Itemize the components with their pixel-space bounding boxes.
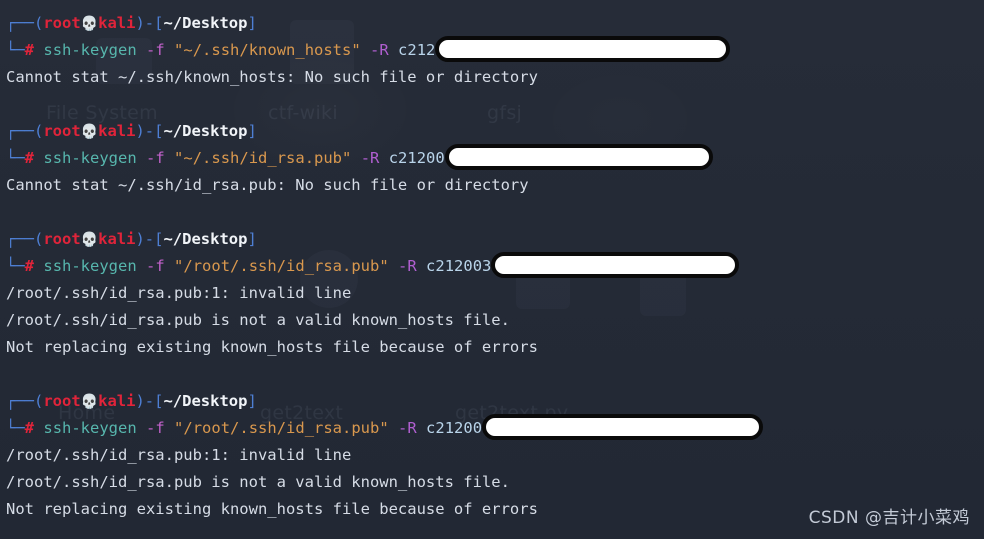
- prompt-line-top: ┌──(root💀kali)-[~/Desktop]: [6, 226, 984, 253]
- prompt-path: ~/Desktop: [163, 122, 248, 140]
- command-path-argument: "~/.ssh/known_hosts": [174, 41, 361, 59]
- prompt-line-top: ┌──(root💀kali)-[~/Desktop]: [6, 10, 984, 37]
- prompt-box-bottom: └─: [6, 149, 25, 167]
- command-flag-r: -R: [398, 257, 417, 275]
- prompt-user: root: [43, 392, 81, 410]
- command-flag-f: -f: [146, 257, 165, 275]
- command-line[interactable]: └─# ssh-keygen -f "~/.ssh/id_rsa.pub" -R…: [6, 143, 984, 172]
- command-host-argument: c21200: [426, 419, 483, 437]
- prompt-dash: -: [144, 392, 155, 410]
- command-flag-r: -R: [360, 149, 380, 167]
- prompt-close-bracket: ]: [247, 14, 257, 32]
- command-name: ssh-keygen: [43, 41, 137, 59]
- prompt-host: kali: [98, 14, 136, 32]
- prompt-close-paren: ): [135, 392, 145, 410]
- prompt-box-top: ┌──: [6, 14, 34, 32]
- prompt-close-paren: ): [135, 14, 145, 32]
- prompt-box-top: ┌──: [6, 392, 34, 410]
- command-host-argument: c212: [398, 41, 436, 59]
- command-line[interactable]: └─# ssh-keygen -f "/root/.ssh/id_rsa.pub…: [6, 251, 984, 280]
- prompt-user: root: [43, 122, 81, 140]
- command-host-argument: c212003: [426, 257, 492, 275]
- prompt-dash: -: [144, 230, 155, 248]
- prompt-close-bracket: ]: [247, 122, 257, 140]
- prompt-host: kali: [98, 392, 136, 410]
- output-line: /root/.ssh/id_rsa.pub:1: invalid line: [6, 284, 352, 302]
- command-flag-r: -R: [370, 41, 389, 59]
- command-path-argument: "~/.ssh/id_rsa.pub": [174, 149, 352, 167]
- terminal-window[interactable]: File System ctf-wiki gfsj Home get2text …: [0, 0, 984, 539]
- prompt-close-bracket: ]: [247, 230, 257, 248]
- skull-icon: 💀: [80, 16, 99, 32]
- prompt-sigil: #: [24, 257, 35, 275]
- command-flag-r: -R: [398, 419, 417, 437]
- prompt-box-top: ┌──: [6, 230, 34, 248]
- command-flag-f: -f: [146, 41, 165, 59]
- command-line[interactable]: └─# ssh-keygen -f "~/.ssh/known_hosts" -…: [6, 35, 984, 64]
- prompt-sigil: #: [24, 149, 35, 167]
- prompt-box-bottom: └─: [6, 419, 25, 437]
- prompt-path: ~/Desktop: [163, 392, 248, 410]
- prompt-sigil: #: [24, 41, 35, 59]
- output-line: /root/.ssh/id_rsa.pub:1: invalid line: [6, 446, 352, 464]
- output-line: /root/.ssh/id_rsa.pub is not a valid kno…: [6, 311, 510, 329]
- prompt-host: kali: [98, 122, 136, 140]
- prompt-open-paren: (: [34, 230, 44, 248]
- prompt-path: ~/Desktop: [163, 14, 248, 32]
- command-name: ssh-keygen: [43, 257, 137, 275]
- output-line: /root/.ssh/id_rsa.pub is not a valid kno…: [6, 473, 510, 491]
- redaction-box: [435, 35, 731, 62]
- skull-icon: 💀: [80, 232, 99, 248]
- command-line[interactable]: └─# ssh-keygen -f "/root/.ssh/id_rsa.pub…: [6, 413, 984, 442]
- redaction-box: [491, 251, 740, 278]
- prompt-line-top: ┌──(root💀kali)-[~/Desktop]: [6, 388, 984, 415]
- prompt-dash: -: [144, 14, 155, 32]
- prompt-user: root: [43, 14, 81, 32]
- skull-icon: 💀: [80, 124, 99, 140]
- prompt-box-bottom: └─: [6, 41, 25, 59]
- command-name: ssh-keygen: [43, 149, 137, 167]
- command-path-argument: "/root/.ssh/id_rsa.pub": [174, 257, 389, 275]
- command-path-argument: "/root/.ssh/id_rsa.pub": [174, 419, 389, 437]
- output-line: Not replacing existing known_hosts file …: [6, 338, 538, 356]
- command-name: ssh-keygen: [43, 419, 137, 437]
- prompt-host: kali: [98, 230, 136, 248]
- prompt-open-paren: (: [34, 122, 44, 140]
- prompt-open-paren: (: [34, 14, 44, 32]
- skull-icon: 💀: [80, 394, 99, 410]
- command-flag-f: -f: [146, 419, 165, 437]
- csdn-watermark: CSDN @吉计小菜鸡: [808, 508, 970, 528]
- prompt-dash: -: [144, 122, 155, 140]
- output-line: Cannot stat ~/.ssh/id_rsa.pub: No such f…: [6, 176, 529, 194]
- command-host-argument: c21200: [388, 149, 445, 167]
- redaction-box: [482, 413, 764, 440]
- output-line: Cannot stat ~/.ssh/known_hosts: No such …: [6, 68, 538, 86]
- prompt-close-paren: ): [135, 230, 145, 248]
- prompt-box-bottom: └─: [6, 257, 25, 275]
- prompt-line-top: ┌──(root💀kali)-[~/Desktop]: [6, 118, 984, 145]
- prompt-box-top: ┌──: [6, 122, 34, 140]
- prompt-open-paren: (: [34, 392, 44, 410]
- prompt-path: ~/Desktop: [163, 230, 248, 248]
- prompt-user: root: [43, 230, 81, 248]
- prompt-sigil: #: [24, 419, 35, 437]
- redaction-box: [444, 143, 713, 170]
- command-flag-f: -f: [146, 149, 165, 167]
- prompt-close-bracket: ]: [247, 392, 257, 410]
- prompt-close-paren: ): [135, 122, 145, 140]
